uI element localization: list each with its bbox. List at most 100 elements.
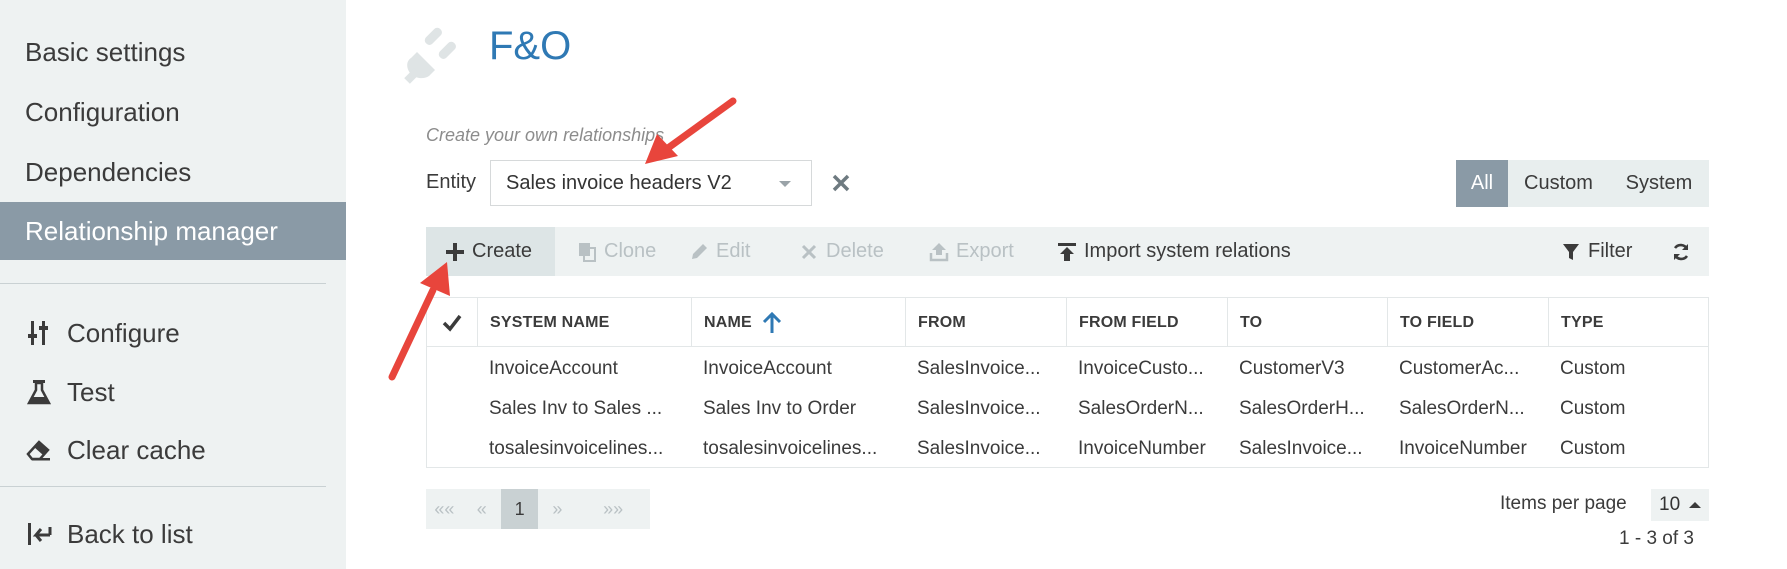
select-all-checkbox[interactable]: [427, 298, 477, 347]
checkmark-icon: [442, 314, 462, 332]
back-to-list-link[interactable]: Back to list: [0, 505, 346, 563]
cell-to-field: CustomerAc...: [1399, 358, 1520, 379]
pagination: «« « 1 » »»: [426, 489, 650, 529]
cell-to-field: SalesOrderN...: [1399, 398, 1525, 419]
chevron-down-icon: [779, 181, 791, 187]
cell-type: Custom: [1560, 398, 1626, 419]
page-title: F&O: [489, 24, 572, 68]
cell-from-field: InvoiceNumber: [1078, 438, 1206, 459]
column-header-from[interactable]: FROM: [905, 298, 1066, 347]
sliders-icon: [25, 319, 53, 347]
sidebar-item-relationship-manager[interactable]: Relationship manager: [0, 202, 346, 260]
next-page-button[interactable]: »: [538, 489, 576, 529]
cell-from: SalesInvoice...: [917, 358, 1041, 379]
column-header-to-field[interactable]: TO FIELD: [1387, 298, 1548, 347]
cell-from-field: SalesOrderN...: [1078, 398, 1204, 419]
cell-to: SalesInvoice...: [1239, 438, 1363, 459]
table-row[interactable]: tosalesinvoicelines... tosalesinvoicelin…: [427, 429, 1708, 469]
flask-icon: [25, 378, 53, 406]
items-per-page-dropdown[interactable]: 10: [1651, 489, 1709, 521]
column-header-name[interactable]: NAME: [691, 298, 905, 347]
relationship-hint-text: Create your own relationships: [426, 125, 665, 145]
page-1-button[interactable]: 1: [500, 489, 539, 529]
sidebar-item-label: Relationship manager: [25, 215, 278, 246]
cell-from: SalesInvoice...: [917, 438, 1041, 459]
cell-type: Custom: [1560, 358, 1626, 379]
edit-button[interactable]: Edit: [688, 227, 750, 276]
import-system-relations-button[interactable]: Import system relations: [1056, 227, 1291, 276]
column-header-label: TO: [1240, 313, 1263, 331]
cell-system-name: Sales Inv to Sales ...: [489, 398, 663, 419]
toolbar: Create Clone Edit Delete Export Import s…: [426, 227, 1709, 276]
entity-dropdown-value: Sales invoice headers V2: [506, 171, 732, 194]
sidebar-item-basic-settings[interactable]: Basic settings: [0, 23, 346, 81]
column-header-from-field[interactable]: FROM FIELD: [1066, 298, 1227, 347]
plug-icon: [403, 22, 465, 84]
table-row[interactable]: InvoiceAccount InvoiceAccount SalesInvoi…: [427, 349, 1708, 389]
export-button[interactable]: Export: [928, 227, 1014, 276]
back-arrow-icon: [25, 520, 53, 548]
first-page-button[interactable]: ««: [426, 489, 463, 529]
cell-system-name: InvoiceAccount: [489, 358, 618, 379]
column-header-system-name[interactable]: SYSTEM NAME: [477, 298, 691, 347]
column-header-label: TYPE: [1561, 313, 1604, 331]
cell-from: SalesInvoice...: [917, 398, 1041, 419]
entity-dropdown[interactable]: Sales invoice headers V2: [490, 160, 812, 206]
column-header-label: FROM FIELD: [1079, 313, 1179, 331]
copy-icon: [576, 241, 598, 263]
column-header-label: FROM: [918, 313, 966, 331]
delete-label: Delete: [826, 240, 884, 262]
sidebar-divider: [0, 486, 326, 487]
filter-button[interactable]: Filter: [1560, 227, 1632, 276]
upload-icon: [1056, 241, 1078, 263]
sidebar-item-label: Configuration: [25, 96, 180, 127]
refresh-button[interactable]: [1670, 227, 1698, 276]
column-header-label: TO FIELD: [1400, 313, 1475, 331]
sidebar-action-clear-cache[interactable]: Clear cache: [0, 421, 346, 479]
sidebar-item-label: Basic settings: [25, 36, 186, 67]
column-header-label: SYSTEM NAME: [490, 313, 610, 331]
sidebar-action-configure[interactable]: Configure: [0, 304, 346, 362]
sidebar-item-dependencies[interactable]: Dependencies: [0, 143, 346, 201]
cell-to: CustomerV3: [1239, 358, 1345, 379]
column-header-type[interactable]: TYPE: [1548, 298, 1708, 347]
cell-name: InvoiceAccount: [703, 358, 832, 379]
refresh-icon: [1670, 241, 1692, 263]
create-label: Create: [472, 240, 533, 262]
sidebar-action-label: Clear cache: [67, 434, 206, 465]
eraser-icon: [25, 436, 53, 464]
cell-type: Custom: [1560, 438, 1626, 459]
table-header: SYSTEM NAME NAME FROM FROM FIELD TO TO F…: [427, 298, 1708, 347]
clone-label: Clone: [604, 240, 657, 262]
range-text: 1 - 3 of 3: [1619, 528, 1694, 549]
sidebar-action-label: Test: [67, 376, 115, 407]
last-page-button[interactable]: »»: [576, 489, 650, 529]
export-icon: [928, 241, 950, 263]
sidebar: Basic settings Configuration Dependencie…: [0, 0, 346, 569]
cell-system-name: tosalesinvoicelines...: [489, 438, 664, 459]
segment-system[interactable]: System: [1609, 160, 1709, 207]
export-label: Export: [956, 240, 1014, 262]
relationships-table: SYSTEM NAME NAME FROM FROM FIELD TO TO F…: [426, 297, 1709, 468]
chevron-up-icon: [1689, 502, 1701, 508]
items-per-page-value: 10: [1659, 494, 1681, 515]
segment-all[interactable]: All: [1456, 160, 1508, 207]
cell-name: Sales Inv to Order: [703, 398, 857, 419]
import-label: Import system relations: [1084, 240, 1291, 262]
pencil-icon: [688, 241, 710, 263]
cell-name: tosalesinvoicelines...: [703, 438, 878, 459]
clone-button[interactable]: Clone: [576, 227, 656, 276]
table-row[interactable]: Sales Inv to Sales ... Sales Inv to Orde…: [427, 389, 1708, 429]
prev-page-button[interactable]: «: [463, 489, 501, 529]
sidebar-item-configuration[interactable]: Configuration: [0, 83, 346, 141]
clear-entity-button[interactable]: [826, 168, 856, 198]
column-header-to[interactable]: TO: [1227, 298, 1387, 347]
create-button[interactable]: Create: [426, 227, 555, 276]
cell-from-field: InvoiceCusto...: [1078, 358, 1204, 379]
sidebar-action-test[interactable]: Test: [0, 363, 346, 421]
segment-custom[interactable]: Custom: [1508, 160, 1609, 207]
sort-ascending-icon: [762, 311, 782, 334]
plus-icon: [444, 241, 466, 263]
delete-button[interactable]: Delete: [798, 227, 884, 276]
cell-to-field: InvoiceNumber: [1399, 438, 1527, 459]
